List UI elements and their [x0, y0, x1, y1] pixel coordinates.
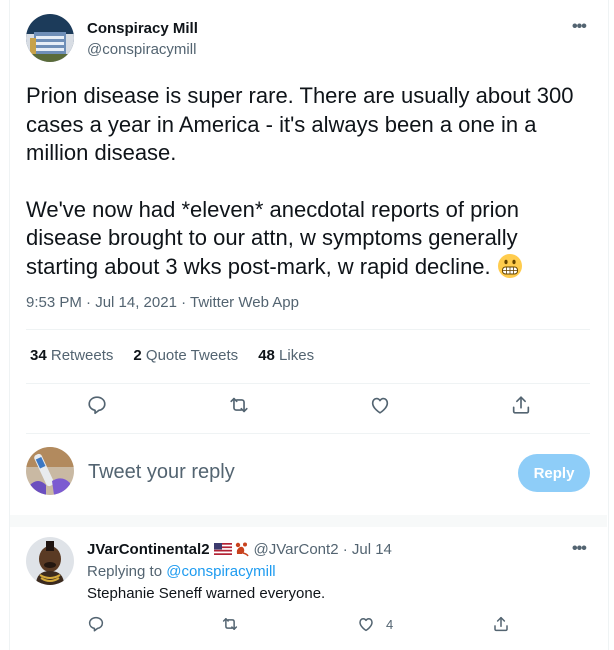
replying-to-handle-link[interactable]: @conspiracymill [166, 563, 275, 580]
lobster-icon [234, 541, 250, 557]
reply-reply-icon[interactable] [87, 615, 105, 633]
reply-button[interactable]: Reply [518, 454, 590, 492]
share-icon[interactable] [510, 394, 532, 416]
reply-like-icon[interactable] [357, 615, 375, 633]
section-divider [10, 515, 607, 527]
reply-share-icon[interactable] [492, 615, 510, 633]
tweet-paragraph-1: Prion disease is super rare. There are u… [26, 83, 574, 165]
replying-to: Replying to @conspiracymill [87, 563, 276, 580]
reply-header: JVarContinental2 @JVarCont2 · Jul 14 [87, 541, 392, 558]
author-handle[interactable]: @conspiracymill [87, 41, 196, 58]
engagement-stats: 34 Retweets 2 Quote Tweets 48 Likes [30, 347, 314, 364]
divider [26, 383, 590, 384]
reply-icon[interactable] [86, 394, 108, 416]
reply-like-count: 4 [386, 617, 394, 632]
retweets-label: Retweets [50, 347, 114, 364]
meta-separator: · [176, 294, 190, 311]
likes-stat[interactable]: 48 Likes [258, 347, 314, 364]
tweet-timestamp[interactable]: 9:53 PM · Jul 14, 2021 [26, 294, 177, 311]
reply-more-options-icon[interactable]: ••• [572, 540, 587, 558]
replying-to-prefix: Replying to [87, 563, 167, 580]
more-options-icon[interactable]: ••• [572, 18, 587, 36]
likes-count: 48 [258, 347, 275, 364]
like-icon[interactable] [369, 394, 391, 416]
reply-date[interactable]: Jul 14 [352, 541, 392, 558]
author-avatar[interactable] [26, 14, 74, 62]
retweets-count: 34 [30, 347, 47, 364]
tweet-paragraph-2-text: We've now had *eleven* anecdotal reports… [26, 196, 519, 279]
tweet-paragraph-2: We've now had *eleven* anecdotal reports… [26, 196, 586, 282]
retweets-stat[interactable]: 34 Retweets [30, 347, 113, 364]
quote-tweets-label: Quote Tweets [145, 347, 239, 364]
reply-text: Stephanie Seneff warned everyone. [87, 585, 326, 602]
us-flag-icon [213, 542, 232, 555]
reply-author-name[interactable]: JVarContinental2 [87, 541, 210, 558]
quote-tweets-count: 2 [133, 347, 142, 364]
tweet-meta: 9:53 PM · Jul 14, 2021 · Twitter Web App [26, 294, 299, 311]
author-name[interactable]: Conspiracy Mill [87, 20, 198, 37]
divider [26, 433, 590, 434]
likes-label: Likes [279, 347, 315, 364]
quote-tweets-stat[interactable]: 2 Quote Tweets [133, 347, 238, 364]
reply-input[interactable] [88, 461, 488, 484]
reply-date-separator: · [338, 541, 352, 558]
reply-author-avatar[interactable] [26, 537, 74, 585]
grimacing-face-icon [497, 253, 523, 279]
tweet-body: Prion disease is super rare. There are u… [26, 82, 586, 281]
divider [26, 329, 590, 330]
reply-author-handle[interactable]: @JVarCont2 [254, 541, 339, 558]
reply-retweet-icon[interactable] [221, 615, 239, 633]
retweet-icon[interactable] [228, 394, 250, 416]
tweet-source[interactable]: Twitter Web App [190, 294, 299, 311]
current-user-avatar[interactable] [26, 447, 74, 495]
